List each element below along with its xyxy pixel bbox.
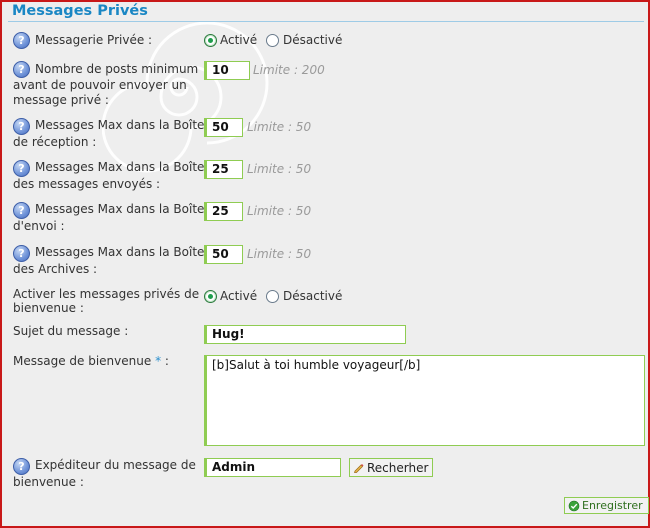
archives-label-line1: Messages Max dans la Boîte [35,245,205,259]
min-posts-label-line1: Nombre de posts minimum [35,62,199,76]
inbox-label-line1: Messages Max dans la Boîte [35,118,205,132]
search-user-button[interactable]: Recherher [349,458,434,477]
messagerie-off-label[interactable]: Désactivé [283,33,342,48]
sent-label-line2: des messages envoyés : [13,177,161,191]
help-icon[interactable]: ? [13,458,30,475]
min-posts-input[interactable]: 10 [204,61,250,80]
sender-label-line1: Expéditeur du message de [35,458,196,472]
outbox-limit: Limite : 50 [247,204,312,218]
sent-max-input[interactable]: 25 [204,160,243,179]
help-icon[interactable]: ? [13,32,30,49]
welcome-message-label-text: Message de bienvenue [13,354,152,368]
outbox-label-line2: d'envoi : [13,219,65,233]
archives-limit: Limite : 50 [247,247,312,261]
messagerie-on-radio[interactable] [204,34,217,47]
sent-label-line1: Messages Max dans la Boîte [35,160,205,174]
save-button-label: Enregistrer [582,498,643,512]
min-posts-label-line2: avant de pouvoir envoyer un [13,78,187,92]
welcome-enable-label-line1: Activer les messages privés de [13,287,200,301]
subject-label: Sujet du message : [13,324,129,338]
inbox-limit: Limite : 50 [247,120,312,134]
inbox-max-input[interactable]: 50 [204,118,243,137]
help-icon[interactable]: ? [13,245,30,262]
welcome-message-textarea[interactable]: [b]Salut à toi humble voyageur[/b] [204,355,645,446]
welcome-on-radio[interactable] [204,290,217,303]
outbox-label-line1: Messages Max dans la Boîte [35,202,205,216]
search-user-button-label: Recherher [367,460,429,475]
check-circle-icon [568,500,580,511]
welcome-message-label: Message de bienvenue * : [13,354,169,369]
welcome-off-radio[interactable] [266,290,279,303]
inbox-label-line2: de réception : [13,135,97,149]
save-button[interactable]: Enregistrer [564,497,649,514]
sender-input[interactable]: Admin [204,458,341,477]
required-marker: * [155,354,162,368]
help-icon[interactable]: ? [13,202,30,219]
archives-label-line2: des Archives : [13,262,98,276]
settings-panel: Messages Privés ? Messagerie Privée : Ac… [0,0,650,528]
messagerie-on-label[interactable]: Activé [220,33,257,48]
min-posts-limit: Limite : 200 [253,63,325,77]
page-title: Messages Privés [12,3,148,19]
welcome-on-label[interactable]: Activé [220,289,257,304]
messagerie-label: Messagerie Privée : [35,33,153,47]
welcome-message-label-suffix: : [164,354,169,368]
sender-label-line2: bienvenue : [13,475,84,489]
min-posts-label-line3: message privé : [13,93,109,107]
help-icon[interactable]: ? [13,61,30,78]
sent-limit: Limite : 50 [247,162,312,176]
pencil-icon [354,463,364,473]
welcome-off-label[interactable]: Désactivé [283,289,342,304]
messagerie-off-radio[interactable] [266,34,279,47]
help-icon[interactable]: ? [13,160,30,177]
welcome-enable-label-line2: bienvenue : [13,301,84,315]
subject-input[interactable]: Hug! [204,325,406,344]
outbox-max-input[interactable]: 25 [204,202,243,221]
archives-max-input[interactable]: 50 [204,245,243,264]
help-icon[interactable]: ? [13,118,30,135]
title-divider [8,21,644,22]
